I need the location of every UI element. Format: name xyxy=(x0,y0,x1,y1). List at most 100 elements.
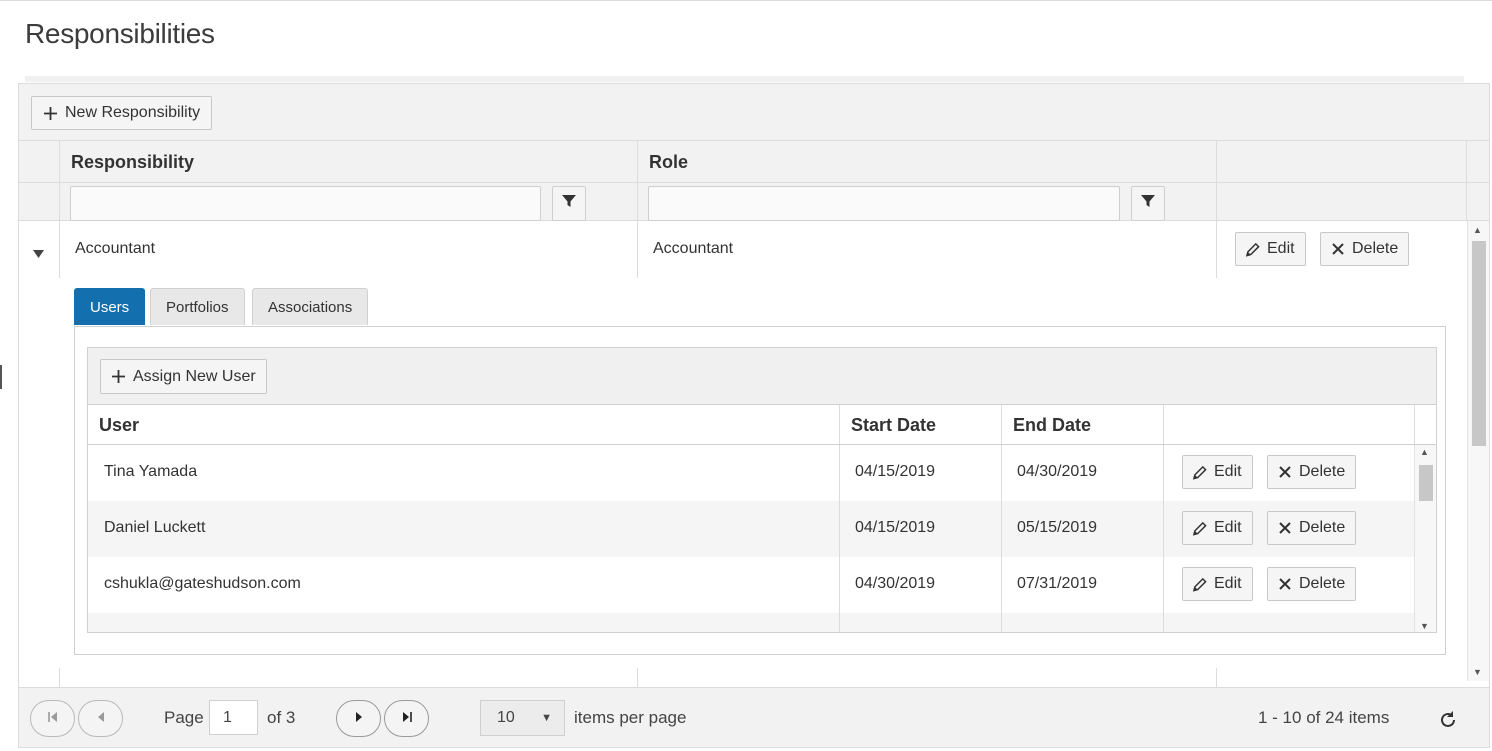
detail-template: Users Portfolios Associations Assign New… xyxy=(59,278,1467,668)
col-separator xyxy=(1163,501,1164,557)
tab-portfolios[interactable]: Portfolios xyxy=(150,288,245,325)
pencil-icon xyxy=(1193,465,1207,480)
header-role[interactable]: Role xyxy=(649,141,688,183)
responsibilities-grid: New Responsibility Responsibility Role A… xyxy=(18,83,1490,748)
edit-user-button[interactable]: Edit xyxy=(1182,511,1253,545)
col-separator xyxy=(1414,405,1415,444)
header-responsibility[interactable]: Responsibility xyxy=(71,141,194,183)
page-number-input[interactable]: 1 xyxy=(209,700,258,735)
users-grid-toolbar: Assign New User xyxy=(88,348,1436,405)
delete-user-button[interactable]: Delete xyxy=(1267,567,1357,601)
role-cell: Accountant xyxy=(653,240,734,257)
edit-button[interactable]: Edit xyxy=(1235,232,1306,266)
close-icon xyxy=(1331,242,1345,256)
start-date-cell: 04/15/2019 xyxy=(855,519,936,536)
assign-new-user-label: Assign New User xyxy=(133,367,256,385)
col-separator xyxy=(637,183,638,220)
table-row[interactable]: cshukla@gateshudson.com 04/30/2019 07/31… xyxy=(88,557,1414,613)
grid-toolbar: New Responsibility xyxy=(19,84,1489,141)
expand-caret-icon[interactable] xyxy=(33,245,44,263)
col-separator xyxy=(637,221,638,278)
role-filter-button[interactable] xyxy=(1131,186,1165,221)
col-separator xyxy=(637,141,638,182)
edit-label: Edit xyxy=(1214,575,1242,592)
next-page-button[interactable] xyxy=(336,700,381,737)
users-grid-scrollbar[interactable]: ▲ ▼ xyxy=(1414,445,1436,632)
col-separator xyxy=(59,141,60,182)
tab-associations[interactable]: Associations xyxy=(252,288,369,325)
items-per-page-label: items per page xyxy=(574,708,687,727)
col-separator xyxy=(59,221,60,278)
col-separator xyxy=(839,405,840,444)
new-responsibility-button[interactable]: New Responsibility xyxy=(31,96,213,130)
chevron-down-icon: ▼ xyxy=(541,712,552,724)
tab-users[interactable]: Users xyxy=(74,288,146,325)
new-responsibility-label: New Responsibility xyxy=(65,104,201,121)
table-row[interactable]: Tina Yamada 04/15/2019 04/30/2019 Edit D… xyxy=(88,445,1414,501)
last-page-icon xyxy=(401,710,413,728)
table-row-partial xyxy=(88,613,1414,632)
col-separator xyxy=(59,183,60,220)
table-row[interactable]: Daniel Luckett 04/15/2019 05/15/2019 Edi… xyxy=(88,501,1414,557)
header-start-date[interactable]: Start Date xyxy=(851,405,936,445)
filter-icon xyxy=(1141,194,1155,213)
header-user[interactable]: User xyxy=(99,405,139,445)
grid-scrollbar[interactable]: ▲ ▼ xyxy=(1467,221,1489,681)
scrollbar-thumb[interactable] xyxy=(1419,465,1433,501)
title-divider xyxy=(25,76,1464,82)
table-row-partial xyxy=(19,668,1467,687)
assign-new-user-button[interactable]: Assign New User xyxy=(100,359,267,394)
col-separator xyxy=(1001,405,1002,444)
close-icon xyxy=(1278,521,1292,535)
grid-header: Responsibility Role xyxy=(19,141,1489,183)
scroll-down-icon[interactable]: ▼ xyxy=(1473,667,1482,677)
delete-user-button[interactable]: Delete xyxy=(1267,455,1357,489)
col-separator xyxy=(1466,183,1467,220)
pager-summary: 1 - 10 of 24 items xyxy=(1258,708,1390,727)
header-end-date[interactable]: End Date xyxy=(1013,405,1091,445)
page-title: Responsibilities xyxy=(25,18,215,49)
delete-label: Delete xyxy=(1352,240,1399,257)
prev-page-button[interactable] xyxy=(78,700,123,737)
close-icon xyxy=(1278,577,1292,591)
responsibility-cell: Accountant xyxy=(75,240,156,257)
prev-page-icon xyxy=(96,710,106,728)
page-size-select[interactable]: 10 ▼ xyxy=(480,700,565,736)
scroll-up-icon[interactable]: ▲ xyxy=(1420,447,1429,457)
delete-label: Delete xyxy=(1299,463,1346,480)
user-cell: cshukla@gateshudson.com xyxy=(104,575,301,592)
responsibility-filter-input[interactable] xyxy=(70,186,541,221)
col-separator xyxy=(1163,613,1164,632)
edit-label: Edit xyxy=(1267,240,1295,257)
pencil-icon xyxy=(1193,577,1207,592)
edit-user-button[interactable]: Edit xyxy=(1182,567,1253,601)
filter-row xyxy=(19,183,1489,221)
start-date-cell: 04/30/2019 xyxy=(855,575,936,592)
text-cursor-mark xyxy=(0,365,2,389)
col-separator xyxy=(637,668,638,687)
end-date-cell: 04/30/2019 xyxy=(1017,463,1098,480)
edit-user-button[interactable]: Edit xyxy=(1182,455,1253,489)
refresh-icon[interactable] xyxy=(1438,710,1458,735)
scroll-up-icon[interactable]: ▲ xyxy=(1473,225,1482,235)
col-separator xyxy=(1163,445,1164,501)
delete-user-button[interactable]: Delete xyxy=(1267,511,1357,545)
role-filter-input[interactable] xyxy=(648,186,1120,221)
col-separator xyxy=(1001,613,1002,632)
scrollbar-thumb[interactable] xyxy=(1472,241,1486,446)
col-separator xyxy=(1001,445,1002,501)
first-page-icon xyxy=(47,710,59,728)
edit-label: Edit xyxy=(1214,463,1242,480)
end-date-cell: 07/31/2019 xyxy=(1017,575,1098,592)
scroll-down-icon[interactable]: ▼ xyxy=(1420,621,1429,631)
first-page-button[interactable] xyxy=(30,700,75,737)
end-date-cell: 05/15/2019 xyxy=(1017,519,1098,536)
responsibility-filter-button[interactable] xyxy=(552,186,586,221)
table-row[interactable]: Accountant Accountant Edit Delete xyxy=(19,221,1467,278)
pencil-icon xyxy=(1193,521,1207,536)
delete-button[interactable]: Delete xyxy=(1320,232,1410,266)
users-grid: Assign New User User Start Date End Date… xyxy=(87,347,1437,633)
col-separator xyxy=(1216,668,1217,687)
last-page-button[interactable] xyxy=(384,700,429,737)
col-separator xyxy=(1163,405,1164,444)
